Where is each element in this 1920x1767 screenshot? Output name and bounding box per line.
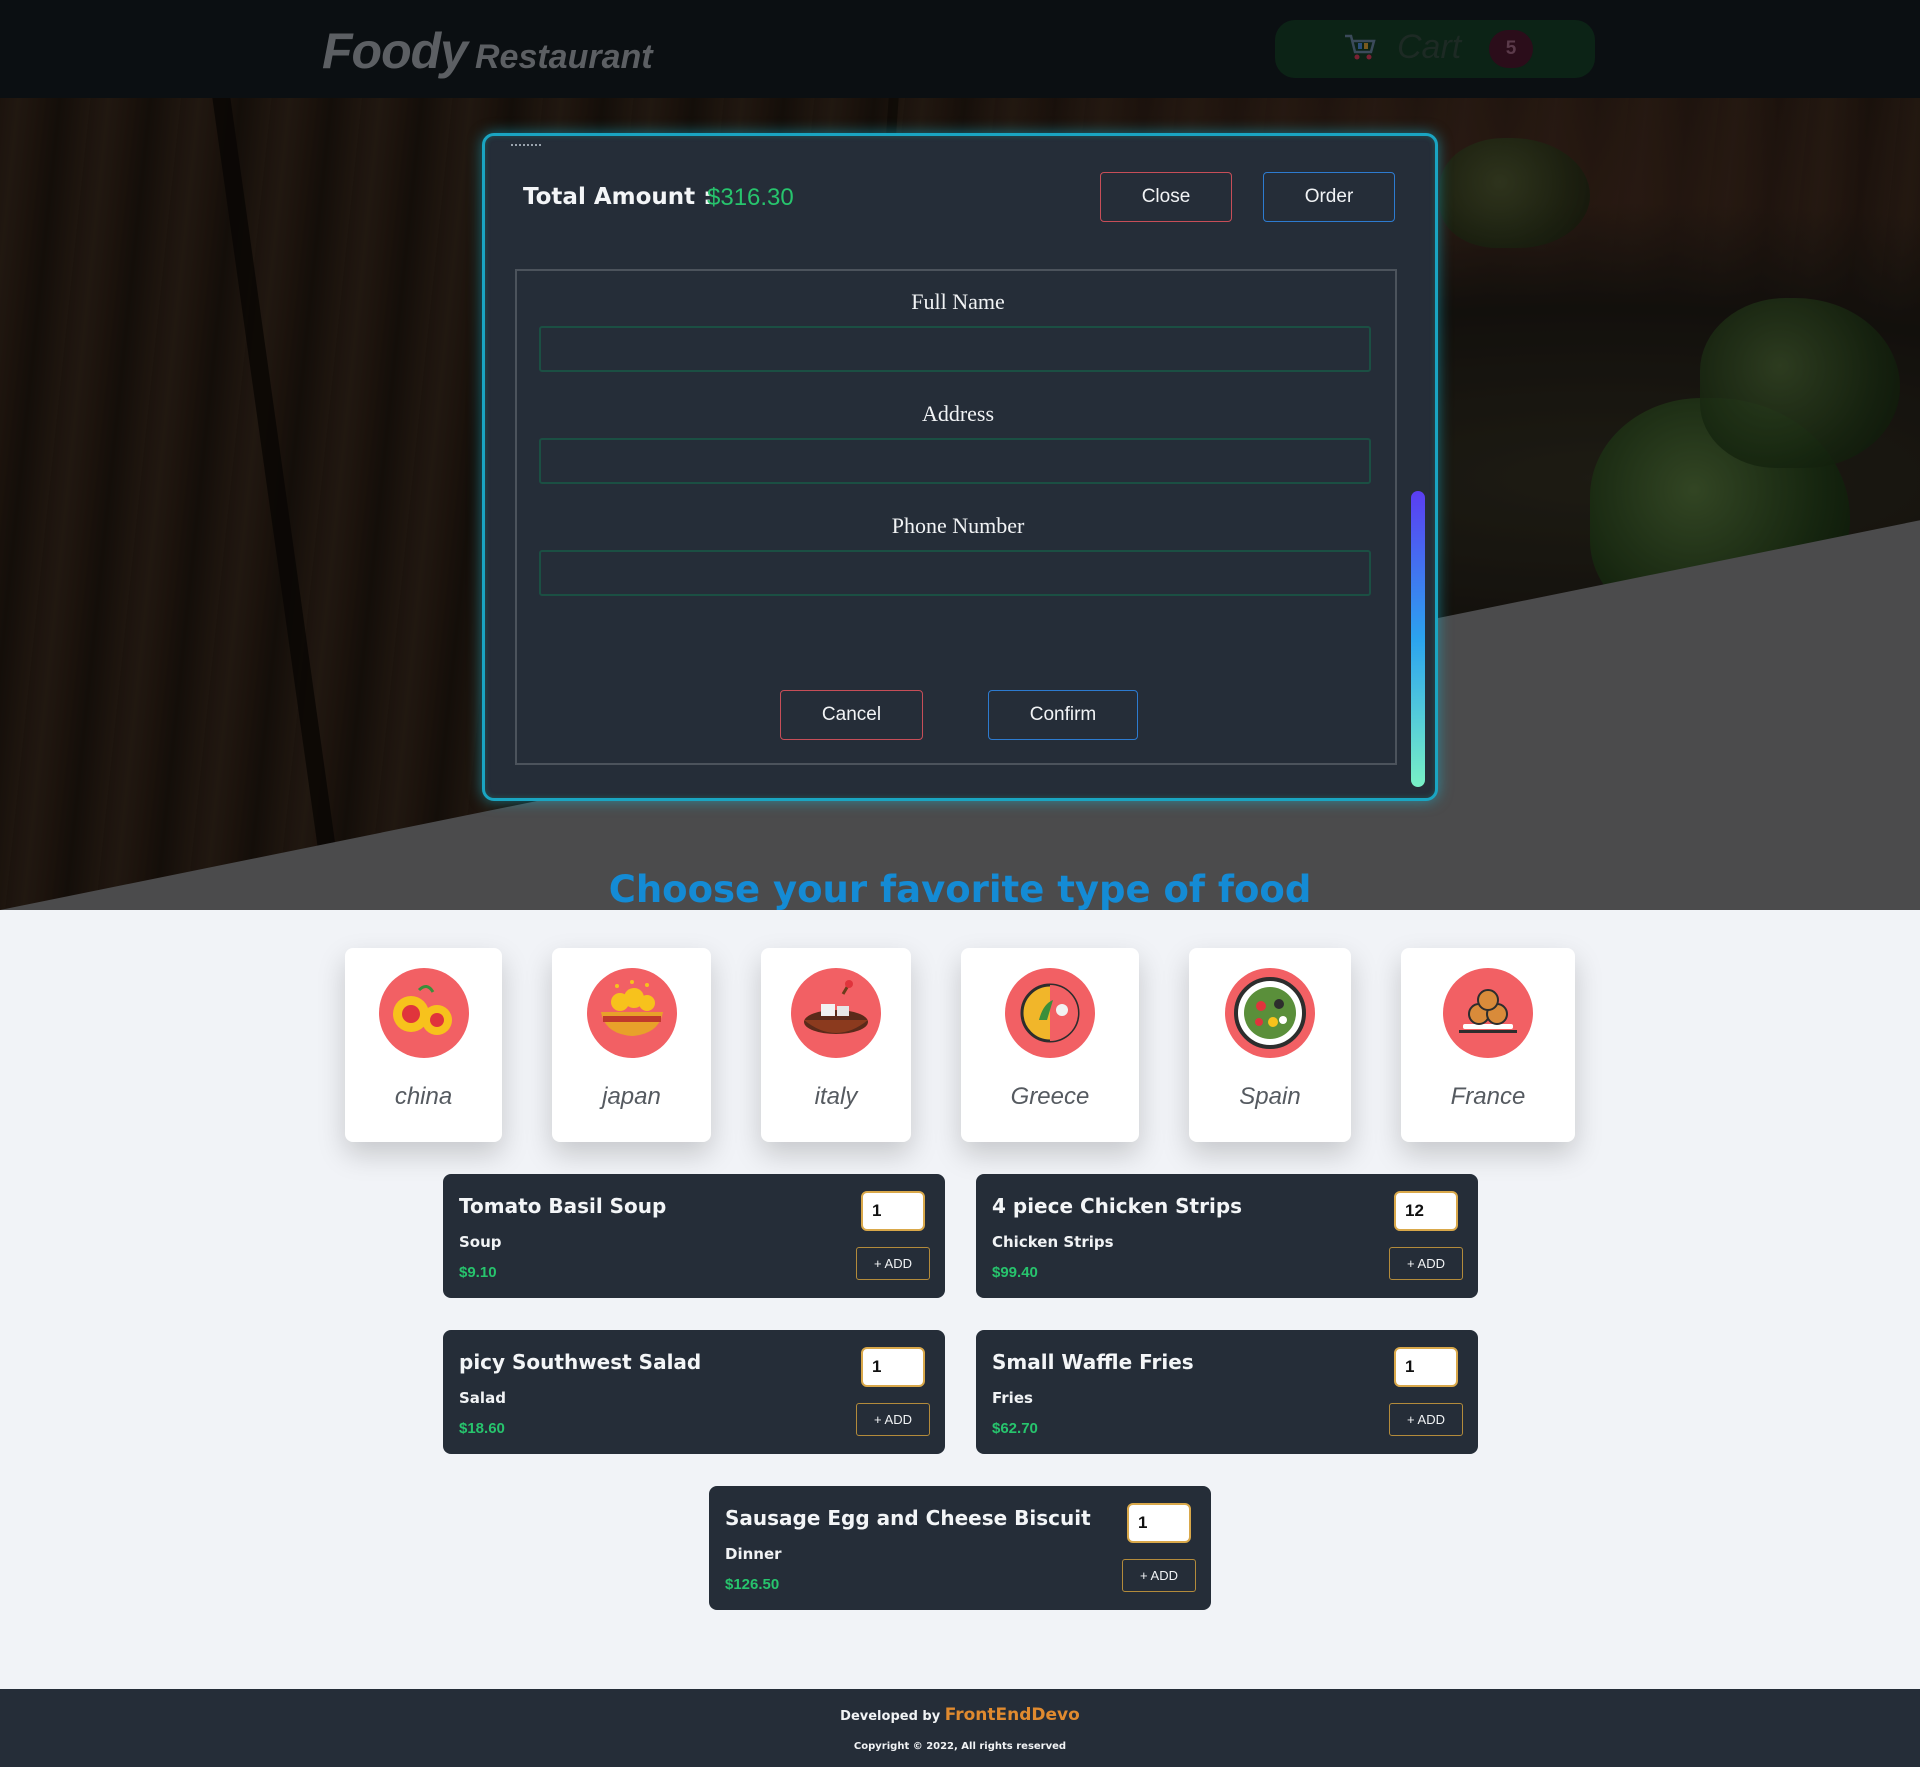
greece-food-icon <box>1005 968 1095 1058</box>
category-label: France <box>1450 1083 1526 1110</box>
food-price: $18.60 <box>459 1420 505 1437</box>
food-category: Dinner <box>725 1545 782 1563</box>
cart-label: Cart <box>1397 28 1462 66</box>
category-card-greece[interactable]: Greece <box>961 948 1139 1142</box>
cart-icon <box>1345 34 1376 60</box>
top-navbar: Foody Restaurant Cart 5 <box>0 0 1920 98</box>
food-name: picy Southwest Salad <box>459 1350 702 1374</box>
quantity-input[interactable]: 1 <box>1127 1503 1191 1543</box>
order-modal: Total Amount : $316.30 Close Order Full … <box>482 133 1438 801</box>
developer-brand-link[interactable]: FrontEndDevo <box>945 1705 1080 1725</box>
quantity-input[interactable]: 1 <box>861 1191 925 1231</box>
developer-credit: Developed by FrontEndDevo <box>0 1705 1920 1725</box>
category-label: china <box>394 1083 453 1110</box>
order-button[interactable]: Order <box>1263 172 1395 222</box>
food-category: Chicken Strips <box>992 1233 1114 1251</box>
modal-scrollbar[interactable] <box>1411 491 1425 787</box>
food-name: Sausage Egg and Cheese Biscuit <box>725 1506 1091 1530</box>
category-card-france[interactable]: France <box>1401 948 1575 1142</box>
category-label: Greece <box>1010 1083 1090 1110</box>
category-card-italy[interactable]: italy <box>761 948 911 1142</box>
food-name: Small Waffle Fries <box>992 1350 1194 1374</box>
logo[interactable]: Foody Restaurant <box>322 22 653 80</box>
food-price: $99.40 <box>992 1264 1038 1281</box>
food-card: Sausage Egg and Cheese Biscuit Dinner $1… <box>709 1486 1211 1610</box>
copyright-text: Copyright © 2022, All rights reserved <box>853 1741 1067 1752</box>
footer: Developed by FrontEndDevo Copyright © 20… <box>0 1689 1920 1767</box>
quantity-input[interactable]: 1 <box>1394 1347 1458 1387</box>
food-price: $126.50 <box>725 1576 780 1593</box>
logo-sub: Restaurant <box>474 38 653 76</box>
total-amount-label: Total Amount : <box>523 184 713 210</box>
food-name: 4 piece Chicken Strips <box>992 1194 1243 1218</box>
food-card: Tomato Basil Soup Soup $9.10 1 + ADD <box>443 1174 945 1298</box>
food-category: Fries <box>992 1389 1033 1407</box>
cart-count-badge: 5 <box>1489 30 1533 68</box>
food-card: 4 piece Chicken Strips Chicken Strips $9… <box>976 1174 1478 1298</box>
address-label: Address <box>921 401 995 426</box>
developed-by-text: Developed by <box>840 1709 941 1724</box>
food-category: Salad <box>459 1389 506 1407</box>
quantity-input[interactable]: 1 <box>861 1347 925 1387</box>
total-amount-value: $316.30 <box>707 184 794 211</box>
food-card: Small Waffle Fries Fries $62.70 1 + ADD <box>976 1330 1478 1454</box>
category-card-japan[interactable]: japan <box>552 948 711 1142</box>
add-to-cart-button[interactable]: + ADD <box>856 1403 930 1436</box>
add-to-cart-button[interactable]: + ADD <box>1389 1247 1463 1280</box>
category-label: Spain <box>1239 1083 1301 1110</box>
france-food-icon <box>1443 968 1533 1058</box>
cart-button[interactable]: Cart 5 <box>1275 20 1595 78</box>
italy-food-icon <box>791 968 881 1058</box>
add-to-cart-button[interactable]: + ADD <box>1122 1559 1196 1592</box>
category-label: japan <box>602 1083 661 1110</box>
add-to-cart-button[interactable]: + ADD <box>856 1247 930 1280</box>
china-food-icon <box>378 968 469 1058</box>
phone-number-input[interactable] <box>539 550 1371 596</box>
category-card-china[interactable]: china <box>345 948 502 1142</box>
cancel-button[interactable]: Cancel <box>780 690 923 740</box>
close-button[interactable]: Close <box>1100 172 1232 222</box>
logo-main: Foody <box>322 23 468 79</box>
address-input[interactable] <box>539 438 1371 484</box>
section-title: Choose your favorite type of food <box>608 868 1312 911</box>
food-price: $9.10 <box>459 1264 497 1281</box>
add-to-cart-button[interactable]: + ADD <box>1389 1403 1463 1436</box>
confirm-button[interactable]: Confirm <box>988 690 1138 740</box>
food-price: $62.70 <box>992 1420 1038 1437</box>
category-card-spain[interactable]: Spain <box>1189 948 1351 1142</box>
food-category: Soup <box>459 1233 502 1251</box>
checkout-form: Full Name Address Phone Number Cancel Co… <box>515 269 1397 765</box>
category-label: italy <box>814 1083 858 1110</box>
food-card: picy Southwest Salad Salad $18.60 1 + AD… <box>443 1330 945 1454</box>
full-name-input[interactable] <box>539 326 1371 372</box>
japan-food-icon <box>586 968 677 1058</box>
quantity-input[interactable]: 12 <box>1394 1191 1458 1231</box>
spain-food-icon <box>1225 968 1315 1058</box>
phone-number-label: Phone Number <box>891 513 1025 538</box>
full-name-label: Full Name <box>911 289 1005 314</box>
food-name: Tomato Basil Soup <box>459 1194 667 1218</box>
